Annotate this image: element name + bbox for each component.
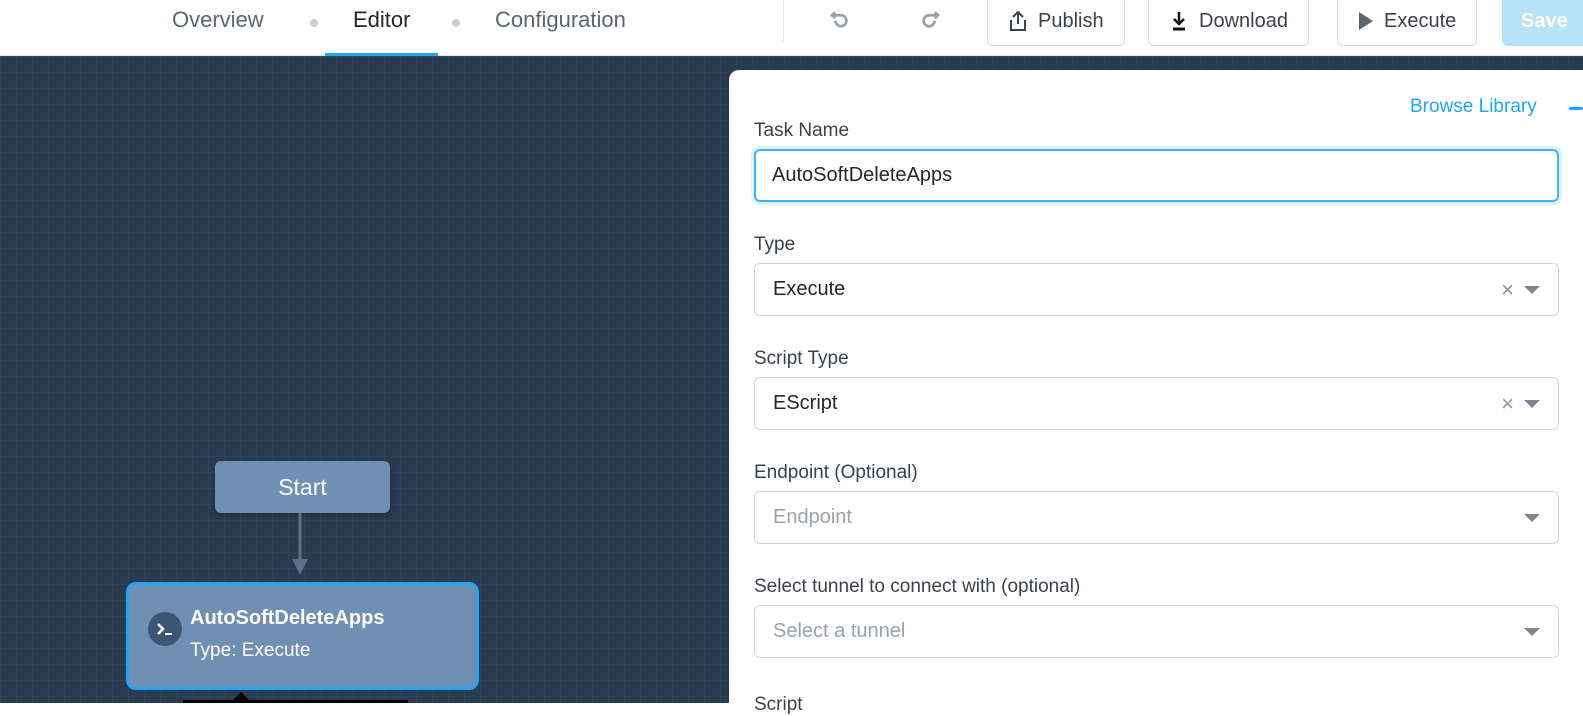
tab-separator <box>310 19 318 27</box>
task-node-type: Type: Execute <box>190 640 311 661</box>
execute-button[interactable]: Execute <box>1337 0 1478 46</box>
play-icon <box>1359 12 1373 30</box>
script-type-select[interactable]: EScript × <box>754 377 1559 430</box>
tab-overview[interactable]: Overview <box>172 0 264 56</box>
edge-arrow <box>292 513 308 575</box>
browse-library-link[interactable]: Browse Library <box>1410 96 1537 118</box>
endpoint-placeholder: Endpoint <box>773 506 852 528</box>
script-label: Script <box>754 694 803 715</box>
toolbar-divider <box>783 0 784 42</box>
undo-button[interactable] <box>822 2 858 34</box>
script-type-value: EScript <box>773 392 838 414</box>
top-bar: Overview Editor Configuration Publish Do… <box>0 0 1583 56</box>
redo-button[interactable] <box>912 2 948 34</box>
chevron-down-icon[interactable] <box>1524 285 1540 294</box>
redo-icon <box>922 11 940 28</box>
type-value: Execute <box>773 278 846 300</box>
tab-editor[interactable]: Editor <box>324 0 440 56</box>
chevron-down-icon[interactable] <box>1524 513 1540 522</box>
tunnel-placeholder: Select a tunnel <box>773 620 906 642</box>
tab-separator <box>452 19 460 27</box>
start-node-label: Start <box>278 473 327 500</box>
endpoint-label: Endpoint (Optional) <box>754 462 918 483</box>
download-button[interactable]: Download <box>1148 0 1309 46</box>
publish-button[interactable]: Publish <box>987 0 1125 46</box>
execute-label: Execute <box>1384 9 1457 32</box>
download-icon <box>1173 12 1185 31</box>
script-type-label: Script Type <box>754 348 849 369</box>
task-node-title: AutoSoftDeleteApps <box>190 607 385 629</box>
task-properties-panel: Browse Library Task Name AutoSoftDeleteA… <box>729 70 1583 715</box>
tunnel-label: Select tunnel to connect with (optional) <box>754 576 1081 597</box>
task-name-value: AutoSoftDeleteApps <box>772 164 953 186</box>
save-button[interactable]: Save <box>1502 0 1583 46</box>
task-name-input[interactable]: AutoSoftDeleteApps <box>754 149 1559 202</box>
download-label: Download <box>1199 9 1288 32</box>
publish-label: Publish <box>1038 9 1104 32</box>
chevron-down-icon[interactable] <box>1524 627 1540 636</box>
clear-icon[interactable]: × <box>1501 392 1514 415</box>
task-node[interactable]: AutoSoftDeleteApps Type: Execute <box>126 582 479 690</box>
tunnel-select[interactable]: Select a tunnel <box>754 605 1559 658</box>
chevron-down-icon[interactable] <box>1524 399 1540 408</box>
tab-configuration[interactable]: Configuration <box>495 0 626 56</box>
start-node[interactable]: Start <box>215 461 390 513</box>
collapse-panel-icon[interactable] <box>1569 107 1583 110</box>
type-select[interactable]: Execute × <box>754 263 1559 316</box>
undo-icon <box>830 11 848 28</box>
endpoint-select[interactable]: Endpoint <box>754 491 1559 544</box>
terminal-icon <box>148 612 182 646</box>
task-name-label: Task Name <box>754 120 850 141</box>
clear-icon[interactable]: × <box>1501 278 1514 301</box>
publish-icon <box>1010 10 1026 31</box>
type-label: Type <box>754 234 796 255</box>
